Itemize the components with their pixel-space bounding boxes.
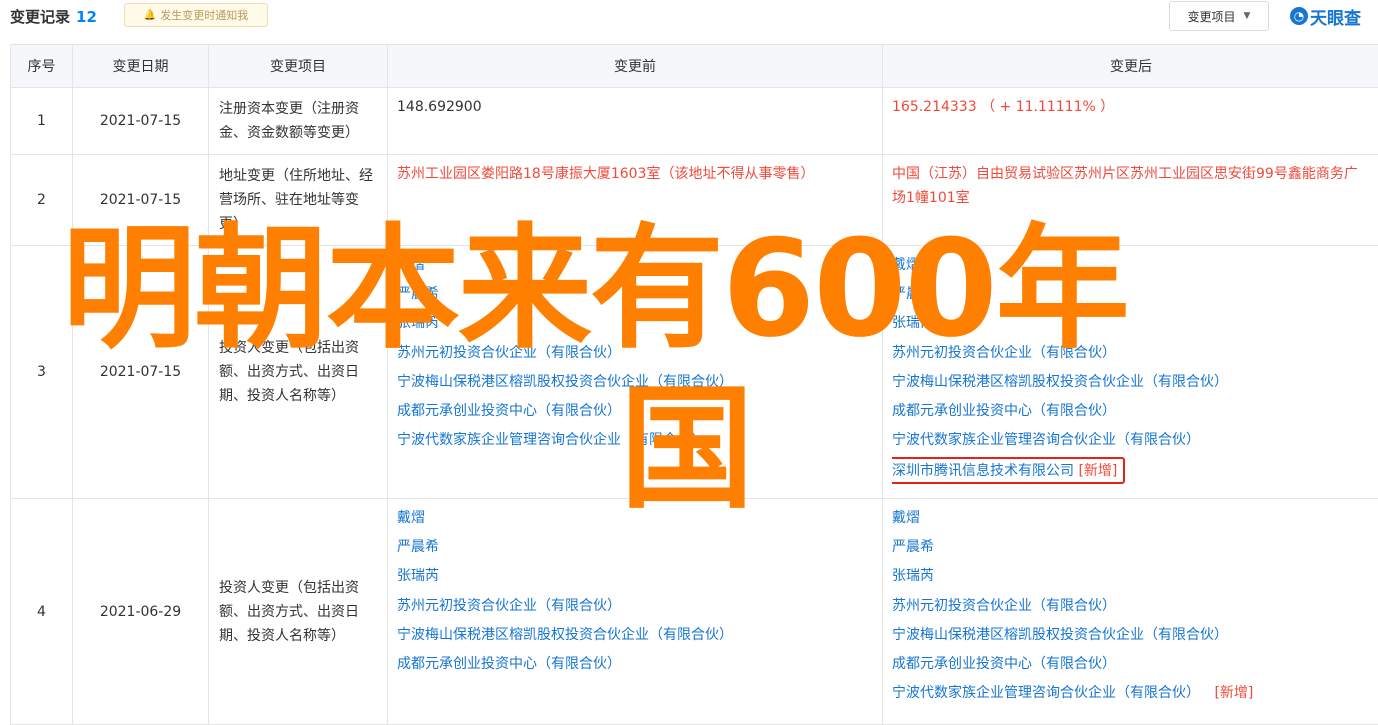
col-header-before: 变更前 xyxy=(388,45,883,88)
change-date: 2021-07-15 xyxy=(73,246,209,499)
investor-link[interactable]: 成都元承创业投资中心（有限合伙） xyxy=(397,399,873,428)
col-header-item: 变更项目 xyxy=(209,45,388,88)
before-line: 148.692900 xyxy=(397,95,873,124)
table-row: 4 2021-06-29 投资人变更（包括出资额、出资方式、出资日期、投资人名称… xyxy=(11,499,1378,725)
investor-link[interactable]: 宁波梅山保税港区榕凯股权投资合伙企业（有限合伙） xyxy=(892,370,1370,399)
highlight-box: 深圳市腾讯信息技术有限公司 [新增] xyxy=(892,457,1125,484)
investor-link[interactable]: 成都元承创业投资中心（有限合伙） xyxy=(892,399,1370,428)
col-header-no: 序号 xyxy=(11,45,73,88)
investor-link[interactable]: 戴熠 xyxy=(397,253,873,282)
investor-link[interactable]: 苏州元初投资合伙企业（有限合伙） xyxy=(397,341,873,370)
notify-button[interactable]: 🔔 发生变更时通知我 xyxy=(124,3,268,27)
table-header-row: 序号 变更日期 变更项目 变更前 变更后 xyxy=(11,45,1378,88)
investor-link[interactable]: 戴熠 xyxy=(397,506,873,535)
investor-link[interactable]: 苏州元初投资合伙企业（有限合伙） xyxy=(892,341,1370,370)
table-row: 3 2021-07-15 投资人变更（包括出资额、出资方式、出资日期、投资人名称… xyxy=(11,246,1378,499)
before-line: 苏州工业园区娄阳路18号康振大厦1603室（该地址不得从事零售） xyxy=(397,162,873,186)
row-number: 3 xyxy=(11,246,73,499)
after-value: 165.214333 （ + 11.11111% ） xyxy=(883,88,1378,155)
investor-link[interactable]: 戴熠 xyxy=(892,253,1370,282)
new-tag: [新增] xyxy=(1214,685,1253,701)
investor-link[interactable]: 张瑞芮 xyxy=(892,311,1370,340)
after-value: 戴熠 严晨希 张瑞芮 苏州元初投资合伙企业（有限合伙） 宁波梅山保税港区榕凯股权… xyxy=(883,499,1378,725)
investor-link[interactable]: 苏州元初投资合伙企业（有限合伙） xyxy=(397,594,873,623)
change-date: 2021-06-29 xyxy=(73,499,209,725)
new-tag: [新增] xyxy=(1078,463,1117,479)
row-number: 4 xyxy=(11,499,73,725)
tianyancha-logo: ◔ 天眼查 xyxy=(1290,4,1361,28)
after-value: 戴熠 严晨希 张瑞芮 苏州元初投资合伙企业（有限合伙） 宁波梅山保税港区榕凯股权… xyxy=(883,246,1378,499)
col-header-date: 变更日期 xyxy=(73,45,209,88)
change-item: 投资人变更（包括出资额、出资方式、出资日期、投资人名称等） xyxy=(209,499,388,725)
investor-link[interactable]: 张瑞芮 xyxy=(397,564,873,593)
investor-link[interactable]: 戴熠 xyxy=(892,506,1370,535)
new-investor-line: 宁波代数家族企业管理咨询合伙企业（有限合伙） [新增] xyxy=(892,681,1370,710)
dropdown-label: 变更项目 xyxy=(1188,8,1236,25)
bell-icon: 🔔 xyxy=(144,10,156,21)
investor-link[interactable]: 宁波梅山保税港区榕凯股权投资合伙企业（有限合伙） xyxy=(892,623,1370,652)
new-investor-line: 深圳市腾讯信息技术有限公司 [新增] xyxy=(892,457,1370,486)
before-value: 148.692900 xyxy=(388,88,883,155)
change-item: 地址变更（住所地址、经营场所、驻在地址等变更） xyxy=(209,155,388,246)
investor-link[interactable]: 严晨希 xyxy=(397,535,873,564)
after-line: 中国（江苏）自由贸易试验区苏州片区苏州工业园区思安街99号鑫能商务广场1幢101… xyxy=(892,162,1370,210)
logo-mark-icon: ◔ xyxy=(1290,7,1308,25)
change-item: 投资人变更（包括出资额、出资方式、出资日期、投资人名称等） xyxy=(209,246,388,499)
record-count: 12 xyxy=(76,8,97,26)
new-investor-link[interactable]: 深圳市腾讯信息技术有限公司 xyxy=(892,463,1074,479)
change-date: 2021-07-15 xyxy=(73,155,209,246)
table-row: 1 2021-07-15 注册资本变更（注册资金、资金数额等变更） 148.69… xyxy=(11,88,1378,155)
before-value: 戴熠 严晨希 张瑞芮 苏州元初投资合伙企业（有限合伙） 宁波梅山保税港区榕凯股权… xyxy=(388,246,883,499)
before-value: 戴熠 严晨希 张瑞芮 苏州元初投资合伙企业（有限合伙） 宁波梅山保税港区榕凯股权… xyxy=(388,499,883,725)
investor-link[interactable]: 宁波代数家族企业管理咨询合伙企业（有限合伙） xyxy=(892,428,1370,457)
notify-label: 发生变更时通知我 xyxy=(160,7,248,23)
change-record-header: 变更记录 12 🔔 发生变更时通知我 变更项目 ▼ ◔ 天眼查 xyxy=(0,0,1378,36)
investor-link[interactable]: 宁波代数家族企业管理咨询合伙企业（有限合伙） xyxy=(892,685,1200,701)
investor-link[interactable]: 严晨希 xyxy=(397,282,873,311)
section-title: 变更记录 xyxy=(10,6,70,27)
investor-link[interactable]: 张瑞芮 xyxy=(397,311,873,340)
col-header-after: 变更后 xyxy=(883,45,1378,88)
row-number: 1 xyxy=(11,88,73,155)
investor-link[interactable]: 严晨希 xyxy=(892,282,1370,311)
logo-text: 天眼查 xyxy=(1310,4,1361,29)
investor-link[interactable]: 成都元承创业投资中心（有限合伙） xyxy=(397,652,873,681)
after-line: 165.214333 （ + 11.11111% ） xyxy=(892,95,1370,124)
after-value: 中国（江苏）自由贸易试验区苏州片区苏州工业园区思安街99号鑫能商务广场1幢101… xyxy=(883,155,1378,246)
change-date: 2021-07-15 xyxy=(73,88,209,155)
caret-down-icon: ▼ xyxy=(1244,11,1251,21)
investor-link[interactable]: 苏州元初投资合伙企业（有限合伙） xyxy=(892,594,1370,623)
investor-link[interactable]: 宁波代数家族企业管理咨询合伙企业（有限合伙） xyxy=(397,428,873,457)
title-group: 变更记录 12 xyxy=(10,6,97,27)
change-item: 注册资本变更（注册资金、资金数额等变更） xyxy=(209,88,388,155)
investor-link[interactable]: 严晨希 xyxy=(892,535,1370,564)
row-number: 2 xyxy=(11,155,73,246)
investor-link[interactable]: 张瑞芮 xyxy=(892,564,1370,593)
change-item-dropdown[interactable]: 变更项目 ▼ xyxy=(1169,1,1269,31)
change-record-table: 序号 变更日期 变更项目 变更前 变更后 1 2021-07-15 注册资本变更… xyxy=(10,44,1378,725)
before-value: 苏州工业园区娄阳路18号康振大厦1603室（该地址不得从事零售） xyxy=(388,155,883,246)
investor-link[interactable]: 成都元承创业投资中心（有限合伙） xyxy=(892,652,1370,681)
investor-link[interactable]: 宁波梅山保税港区榕凯股权投资合伙企业（有限合伙） xyxy=(397,370,873,399)
table-row: 2 2021-07-15 地址变更（住所地址、经营场所、驻在地址等变更） 苏州工… xyxy=(11,155,1378,246)
investor-link[interactable]: 宁波梅山保税港区榕凯股权投资合伙企业（有限合伙） xyxy=(397,623,873,652)
